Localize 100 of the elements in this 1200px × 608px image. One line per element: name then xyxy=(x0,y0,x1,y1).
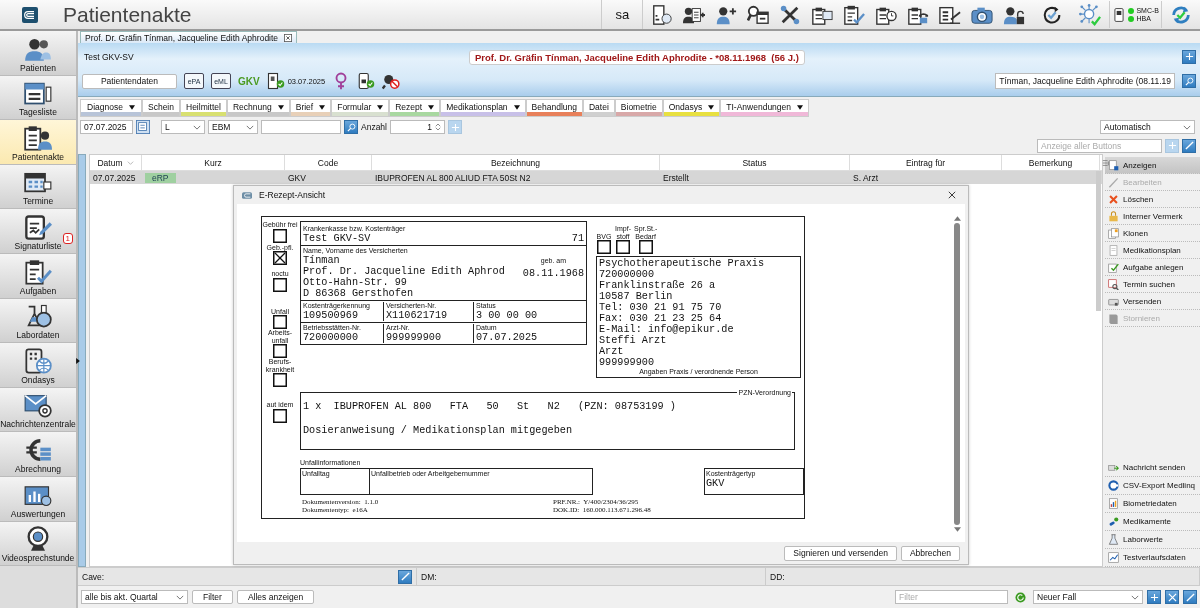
close-icon[interactable] xyxy=(948,191,956,199)
sidebar-item[interactable]: Aufgaben xyxy=(0,253,76,299)
sync-icon[interactable] xyxy=(1170,3,1192,26)
search-button[interactable] xyxy=(1182,74,1196,88)
checkbox[interactable] xyxy=(273,228,287,243)
sidebar-item[interactable]: Abrechnung xyxy=(0,432,76,477)
menu-tab[interactable]: TI-Anwendungen xyxy=(720,99,810,117)
action-item[interactable]: Laborwerte xyxy=(1105,531,1200,549)
column-header[interactable]: Datum xyxy=(90,155,142,170)
sidebar-item[interactable]: Nachrichtenzentrale xyxy=(0,387,76,433)
menu-tab[interactable]: Rechnung xyxy=(226,99,290,117)
menu-tab[interactable]: Medikationsplan xyxy=(440,99,526,117)
search-blocked-icon[interactable] xyxy=(382,72,401,90)
id-card-icon[interactable] xyxy=(651,3,674,26)
menu-tab[interactable]: Heilmittel xyxy=(180,99,227,117)
menu-tab[interactable]: Ondasys xyxy=(662,99,721,117)
filter-button[interactable]: Filter xyxy=(192,590,233,604)
sidebar-item[interactable]: Videosprechstunde xyxy=(0,521,76,567)
action-item[interactable]: Medikamente xyxy=(1105,513,1200,531)
sidebar-item[interactable]: Patienten xyxy=(0,31,76,76)
edit-button[interactable] xyxy=(1183,590,1197,604)
column-header[interactable]: Kurz xyxy=(142,155,285,170)
scroll-down-icon[interactable] xyxy=(953,527,961,532)
action-item[interactable]: Versenden xyxy=(1105,293,1200,310)
menu-tab[interactable]: Datei xyxy=(583,99,615,117)
search-button[interactable] xyxy=(344,120,358,134)
action-item[interactable]: Termin suchen xyxy=(1105,276,1200,293)
close-button[interactable] xyxy=(1165,590,1179,604)
network-check-icon[interactable] xyxy=(1079,3,1102,26)
search-calendar-icon[interactable] xyxy=(747,3,770,26)
dropdown[interactable]: L xyxy=(161,120,205,134)
checkbox[interactable] xyxy=(597,240,611,254)
dialog-button[interactable]: Abbrechen xyxy=(900,545,960,561)
sidebar-item[interactable]: Tagesliste xyxy=(0,75,76,121)
checkbox[interactable] xyxy=(273,373,287,387)
button-filter-field[interactable]: Anzeige aller Buttons xyxy=(1037,138,1162,153)
action-item[interactable]: Löschen xyxy=(1105,191,1200,208)
dialog-button[interactable]: Signieren und versenden xyxy=(784,545,897,561)
action-item[interactable]: Biometriedaten xyxy=(1105,495,1200,513)
column-header[interactable]: Status xyxy=(660,155,850,170)
phone-lock-icon[interactable] xyxy=(357,72,376,90)
menu-tab[interactable]: Biometrie xyxy=(614,99,663,117)
scrollbar[interactable] xyxy=(953,216,961,532)
calendar-icon[interactable] xyxy=(136,120,150,134)
sidebar-item[interactable]: Auswertungen xyxy=(0,476,76,522)
checkbox[interactable] xyxy=(616,240,630,254)
patient-data-button[interactable]: Patientendaten xyxy=(82,73,177,89)
add-button[interactable] xyxy=(1147,590,1161,604)
action-item[interactable]: CSV-Export Medlinq xyxy=(1105,477,1200,495)
column-header[interactable]: Bemerkung xyxy=(1002,155,1100,170)
scrollbar[interactable] xyxy=(1096,171,1101,311)
document-tab[interactable]: Prof. Dr. Gräfin Tínman, Jacqueline Edith Aphrodite xyxy=(80,31,298,43)
column-header[interactable]: Code xyxy=(285,155,372,170)
checkbox[interactable] xyxy=(273,344,287,358)
action-item[interactable]: Nachricht senden xyxy=(1105,459,1200,477)
sidebar-item[interactable]: Termine xyxy=(0,164,76,210)
checkbox[interactable] xyxy=(273,277,287,292)
menu-tab[interactable]: Formular xyxy=(331,99,390,117)
field-value: GKV xyxy=(706,478,726,489)
show-all-button[interactable]: Alles anzeigen xyxy=(236,590,315,604)
checkbox[interactable] xyxy=(273,315,287,329)
checkbox[interactable] xyxy=(273,251,287,265)
date-field[interactable]: 07.07.2025 xyxy=(80,120,133,134)
edit-button[interactable] xyxy=(1182,138,1196,153)
expand-arrow-icon[interactable] xyxy=(76,357,80,364)
count-spinner[interactable]: 1 xyxy=(390,120,445,134)
user-initials[interactable]: sa xyxy=(601,0,644,29)
sidebar-item[interactable]: Labordaten xyxy=(0,298,76,344)
checkbox[interactable] xyxy=(638,240,653,254)
menu-tab[interactable]: Rezept xyxy=(389,99,441,117)
menu-tab[interactable]: Schein xyxy=(142,99,180,117)
sidebar-item[interactable]: Patientenakte xyxy=(0,120,76,165)
table-row[interactable]: 07.07.2025 eRP GKV IBUPROFEN AL 800 ALIUD FTA 50St N2 Erstellt S. Arzt xyxy=(90,171,1102,184)
sidebar-item[interactable]: Signaturliste 1 xyxy=(0,209,76,254)
clipboard-check-icon[interactable] xyxy=(843,3,866,26)
card-check-icon[interactable] xyxy=(266,72,285,90)
period-dropdown[interactable]: alle bis akt. Quartal xyxy=(81,590,188,604)
action-item[interactable]: Klonen xyxy=(1105,225,1200,242)
filter-field[interactable]: Filter xyxy=(895,590,1008,604)
patient-search-field[interactable]: Tínman, Jacqueline Edith Aphrodite (08.11.19 xyxy=(995,73,1175,89)
action-item[interactable]: Medikationsplan xyxy=(1105,242,1200,259)
column-header[interactable]: Bezeichnung xyxy=(372,155,660,170)
action-item[interactable]: Interner Vermerk xyxy=(1105,208,1200,225)
menu-tab[interactable]: Diagnose xyxy=(80,99,142,117)
close-icon[interactable] xyxy=(284,33,293,42)
action-item[interactable]: Aufgabe anlegen xyxy=(1105,259,1200,276)
add-button[interactable] xyxy=(1182,49,1196,64)
view-dropdown[interactable]: Automatisch xyxy=(1100,120,1195,134)
menu-tab[interactable]: Brief xyxy=(289,99,332,117)
checkbox[interactable] xyxy=(273,408,287,423)
sidebar-item[interactable]: Ondasys xyxy=(0,343,76,388)
search-field[interactable] xyxy=(261,120,341,134)
dropdown[interactable]: EBM xyxy=(208,120,258,134)
action-item[interactable]: Anzeigen xyxy=(1105,157,1200,174)
scroll-up-icon[interactable] xyxy=(953,216,961,221)
menu-tab[interactable]: Behandlung xyxy=(525,99,583,117)
case-dropdown[interactable]: Neuer Fall xyxy=(1033,590,1143,604)
column-header[interactable]: Eintrag für xyxy=(850,155,1002,170)
refresh-icon[interactable] xyxy=(1015,591,1026,603)
edit-button[interactable] xyxy=(398,569,412,584)
